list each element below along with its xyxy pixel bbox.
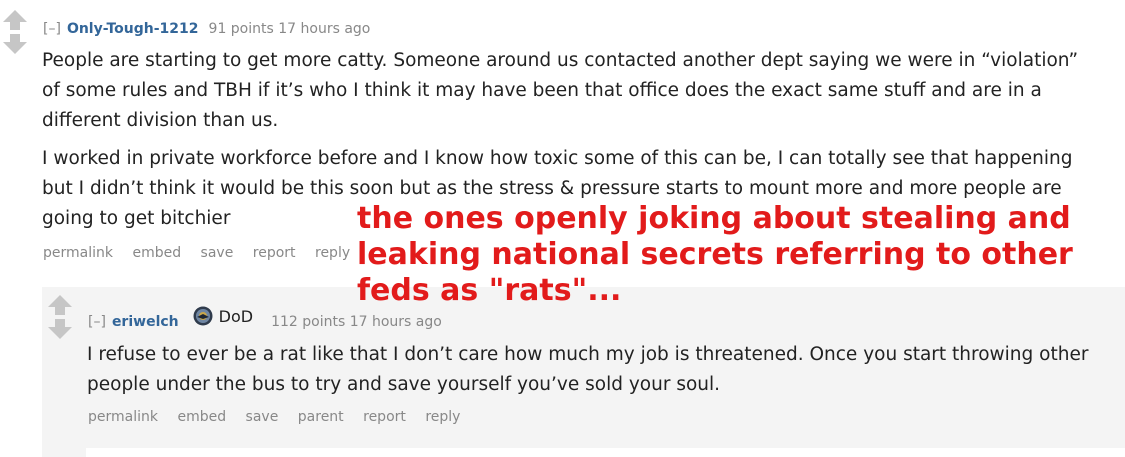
- comment-2-body: I refuse to ever be a rat like that I do…: [87, 340, 1097, 408]
- comment-points: 91 points: [208, 21, 274, 37]
- annotation-line: leaking national secrets referring to ot…: [357, 237, 1073, 272]
- comment-author[interactable]: eriwelch: [112, 314, 179, 330]
- upvote-arrow-icon[interactable]: [3, 10, 27, 30]
- permalink-button[interactable]: permalink: [43, 245, 113, 261]
- comment-paragraph: I refuse to ever be a rat like that I do…: [87, 344, 1089, 395]
- comment-points: 112 points: [271, 314, 346, 330]
- comment-2-tagline: [–] eriwelch DoD 112 points 17 hours ago: [88, 306, 442, 330]
- nested-reply-area: [86, 448, 1125, 457]
- annotation-line: feds as "rats"...: [357, 273, 622, 308]
- comment-1-tagline: [–] Only-Tough-1212 91 points 17 hours ago: [43, 21, 370, 37]
- collapse-toggle[interactable]: [–]: [88, 314, 106, 330]
- vote-arrows-comment-2: [47, 293, 73, 341]
- parent-button[interactable]: parent: [298, 409, 344, 425]
- report-button[interactable]: report: [363, 409, 406, 425]
- comment-1-buttons: permalink embed save report reply: [43, 245, 365, 261]
- comment-time: 17 hours ago: [278, 21, 371, 37]
- embed-button[interactable]: embed: [177, 409, 226, 425]
- upvote-arrow-icon[interactable]: [48, 295, 72, 315]
- annotation-line: the ones openly joking about stealing an…: [357, 201, 1071, 236]
- downvote-arrow-icon[interactable]: [48, 319, 72, 339]
- save-button[interactable]: save: [246, 409, 279, 425]
- flair-text: DoD: [218, 306, 254, 326]
- comment-2-buttons: permalink embed save parent report reply: [88, 409, 475, 425]
- comment-time: 17 hours ago: [349, 314, 442, 330]
- report-button[interactable]: report: [253, 245, 296, 261]
- red-annotation-overlay: the ones openly joking about stealing an…: [357, 201, 1073, 309]
- reply-button[interactable]: reply: [425, 409, 460, 425]
- dod-seal-icon: [193, 306, 213, 326]
- vote-arrows-comment-1: [2, 8, 28, 56]
- permalink-button[interactable]: permalink: [88, 409, 158, 425]
- embed-button[interactable]: embed: [132, 245, 181, 261]
- comment-author[interactable]: Only-Tough-1212: [67, 21, 199, 37]
- save-button[interactable]: save: [201, 245, 234, 261]
- comment-paragraph: People are starting to get more catty. S…: [42, 50, 1079, 131]
- user-flair: DoD: [193, 306, 253, 326]
- collapse-toggle[interactable]: [–]: [43, 21, 61, 37]
- reply-button[interactable]: reply: [315, 245, 350, 261]
- downvote-arrow-icon[interactable]: [3, 34, 27, 54]
